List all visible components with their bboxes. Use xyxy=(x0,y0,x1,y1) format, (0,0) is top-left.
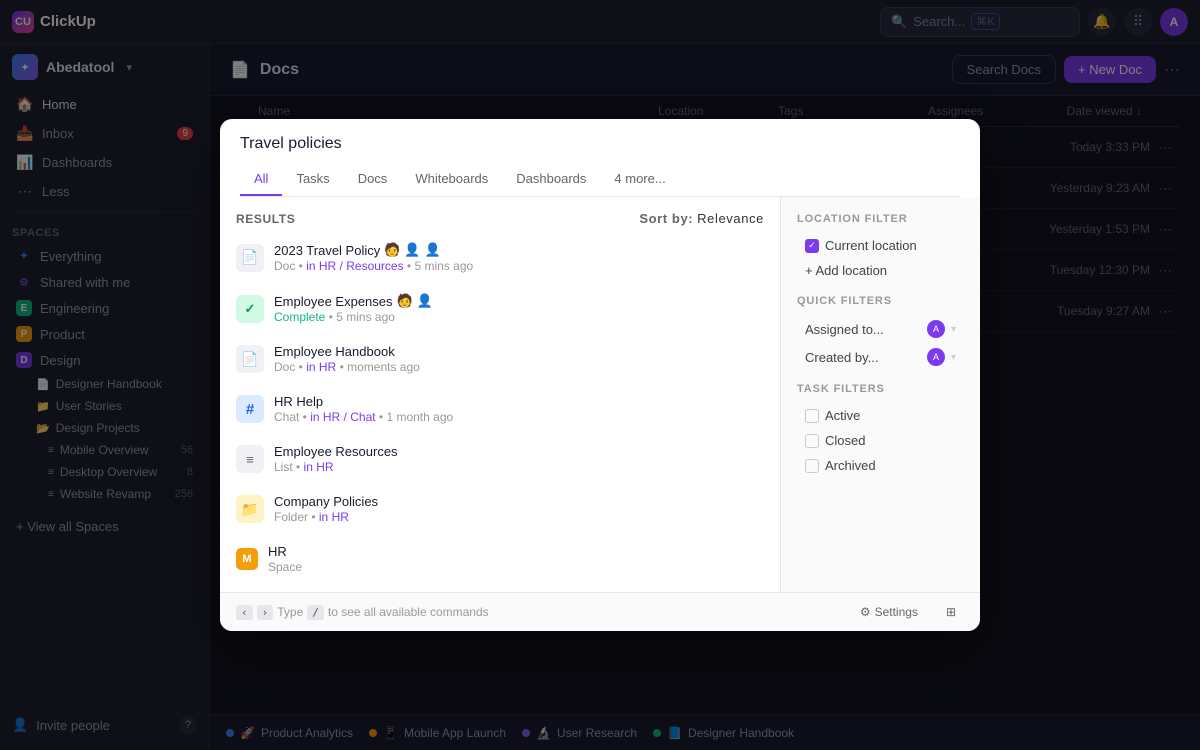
result-sub-1: Doc • in HR / Resources • 5 mins ago xyxy=(274,259,764,273)
filter-archived[interactable]: Archived xyxy=(797,453,964,478)
result-item-6[interactable]: 📁 Company Policies Folder • in HR xyxy=(220,484,780,534)
created-chevron: ▾ xyxy=(951,352,956,363)
assigned-to-label: Assigned to... xyxy=(805,322,921,337)
result-sub-2: Complete • 5 mins ago xyxy=(274,310,764,324)
modal-query-label xyxy=(240,135,960,153)
result-icon-2: ✓ xyxy=(236,295,264,323)
closed-label: Closed xyxy=(825,433,865,448)
slash-key[interactable]: / xyxy=(307,605,324,620)
closed-check xyxy=(805,434,819,448)
result-sub-5: List • in HR xyxy=(274,460,764,474)
result-item-7[interactable]: M HR Space xyxy=(220,534,780,584)
settings-icon: ⚙ xyxy=(860,605,871,619)
modal-body: RESULTS Sort by: Relevance 📄 2023 Travel… xyxy=(220,197,980,592)
active-label: Active xyxy=(825,408,860,423)
task-filters-label: TASK FILTERS xyxy=(797,383,964,395)
modal-results: RESULTS Sort by: Relevance 📄 2023 Travel… xyxy=(220,197,780,592)
assigned-avatar: A xyxy=(927,320,945,338)
result-item-5[interactable]: ≡ Employee Resources List • in HR xyxy=(220,434,780,484)
modal-footer: ‹ › Type / to see all available commands… xyxy=(220,592,980,631)
results-label: RESULTS xyxy=(236,212,295,226)
location-filter-label: LOCATION FILTER xyxy=(797,213,964,225)
modal-tabs: All Tasks Docs Whiteboards Dashboards 4 … xyxy=(240,163,960,197)
created-avatar: A xyxy=(927,348,945,366)
result-title-3: Employee Handbook xyxy=(274,344,764,359)
cmd-icon: ⊞ xyxy=(946,605,956,619)
archived-label: Archived xyxy=(825,458,876,473)
result-sub-6: Folder • in HR xyxy=(274,510,764,524)
cmd-button[interactable]: ⊞ xyxy=(938,601,964,623)
result-content-4: HR Help Chat • in HR / Chat • 1 month ag… xyxy=(274,394,764,424)
result-icon-5: ≡ xyxy=(236,445,264,473)
modal-top: All Tasks Docs Whiteboards Dashboards 4 … xyxy=(220,119,980,197)
current-location-item[interactable]: ✓ Current location xyxy=(797,233,964,258)
add-location-item[interactable]: + Add location xyxy=(797,258,964,283)
result-title-7: HR xyxy=(268,544,764,559)
result-title-4: HR Help xyxy=(274,394,764,409)
result-title-6: Company Policies xyxy=(274,494,764,509)
result-title-2: Employee Expenses 🧑👤 xyxy=(274,293,764,309)
result-sub-3: Doc • in HR • moments ago xyxy=(274,360,764,374)
modal-overlay[interactable]: All Tasks Docs Whiteboards Dashboards 4 … xyxy=(0,0,1200,750)
result-sub-7: Space xyxy=(268,560,764,574)
settings-button[interactable]: ⚙ Settings xyxy=(852,601,926,623)
filter-closed[interactable]: Closed xyxy=(797,428,964,453)
type-label: Type xyxy=(277,605,303,619)
result-content-6: Company Policies Folder • in HR xyxy=(274,494,764,524)
result-icon-6: 📁 xyxy=(236,495,264,523)
tab-docs[interactable]: Docs xyxy=(344,163,402,196)
active-check xyxy=(805,409,819,423)
created-by-label: Created by... xyxy=(805,350,921,365)
assigned-chevron: ▾ xyxy=(951,324,956,335)
results-header: RESULTS Sort by: Relevance xyxy=(220,205,780,232)
modal-footer-right: ⚙ Settings ⊞ xyxy=(852,601,964,623)
sort-row: Sort by: Relevance xyxy=(639,211,764,226)
result-content-1: 2023 Travel Policy 🧑👤👤 Doc • in HR / Res… xyxy=(274,242,764,273)
settings-label: Settings xyxy=(875,605,918,619)
modal-nav-hint: ‹ › Type / to see all available commands xyxy=(236,605,489,620)
modal-search-input[interactable] xyxy=(240,135,960,153)
result-title-1: 2023 Travel Policy 🧑👤👤 xyxy=(274,242,764,258)
tab-all[interactable]: All xyxy=(240,163,282,196)
hint-text: to see all available commands xyxy=(328,605,489,619)
result-content-7: HR Space xyxy=(268,544,764,574)
modal-sidebar: LOCATION FILTER ✓ Current location + Add… xyxy=(780,197,980,592)
result-content-5: Employee Resources List • in HR xyxy=(274,444,764,474)
result-title-5: Employee Resources xyxy=(274,444,764,459)
result-icon-1: 📄 xyxy=(236,244,264,272)
archived-check xyxy=(805,459,819,473)
result-item-3[interactable]: 📄 Employee Handbook Doc • in HR • moment… xyxy=(220,334,780,384)
created-by-row[interactable]: Created by... A ▾ xyxy=(797,343,964,371)
result-item-1[interactable]: 📄 2023 Travel Policy 🧑👤👤 Doc • in HR / R… xyxy=(220,232,780,283)
sort-value[interactable]: Relevance xyxy=(697,211,764,226)
tab-tasks[interactable]: Tasks xyxy=(282,163,343,196)
nav-next-key[interactable]: › xyxy=(257,605,274,620)
tab-more[interactable]: 4 more... xyxy=(600,163,679,196)
tab-whiteboards[interactable]: Whiteboards xyxy=(401,163,502,196)
assigned-to-row[interactable]: Assigned to... A ▾ xyxy=(797,315,964,343)
quick-filters-label: QUICK FILTERS xyxy=(797,295,964,307)
result-icon-3: 📄 xyxy=(236,345,264,373)
current-location-label: Current location xyxy=(825,238,917,253)
result-sub-4: Chat • in HR / Chat • 1 month ago xyxy=(274,410,764,424)
tab-dashboards[interactable]: Dashboards xyxy=(502,163,600,196)
add-location-label: + Add location xyxy=(805,263,887,278)
result-item-4[interactable]: # HR Help Chat • in HR / Chat • 1 month … xyxy=(220,384,780,434)
result-content-2: Employee Expenses 🧑👤 Complete • 5 mins a… xyxy=(274,293,764,324)
current-location-check: ✓ xyxy=(805,239,819,253)
result-icon-7: M xyxy=(236,548,258,570)
sort-by-label: Sort by: xyxy=(639,211,693,226)
result-icon-4: # xyxy=(236,395,264,423)
result-item-2[interactable]: ✓ Employee Expenses 🧑👤 Complete • 5 mins… xyxy=(220,283,780,334)
result-content-3: Employee Handbook Doc • in HR • moments … xyxy=(274,344,764,374)
nav-prev-key[interactable]: ‹ xyxy=(236,605,253,620)
filter-active[interactable]: Active xyxy=(797,403,964,428)
search-modal: All Tasks Docs Whiteboards Dashboards 4 … xyxy=(220,119,980,631)
